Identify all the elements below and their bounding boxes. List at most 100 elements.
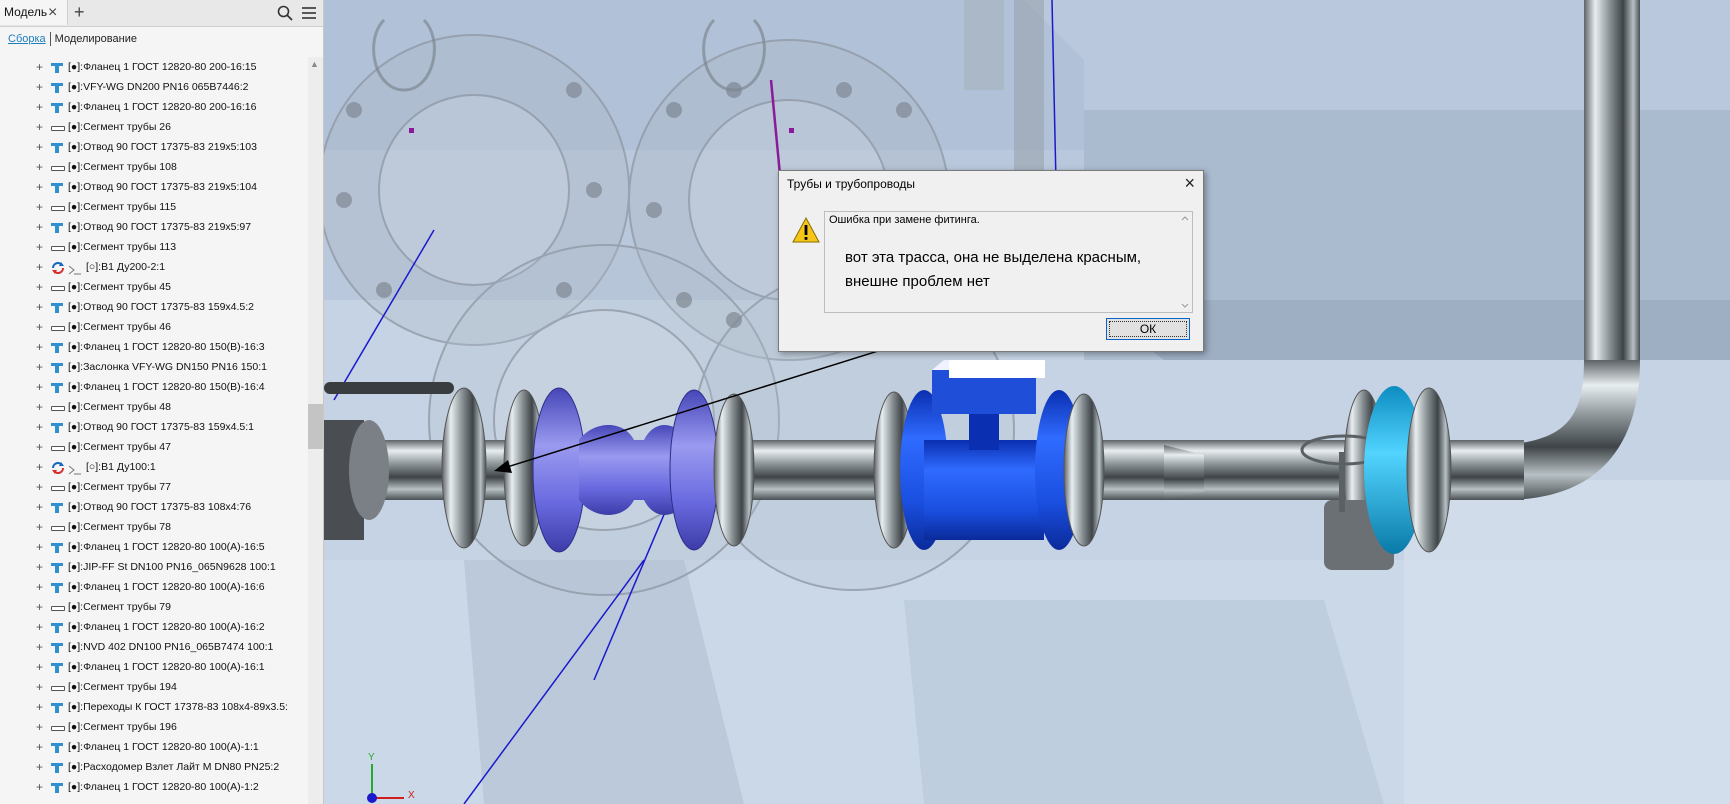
subtab-assembly[interactable]: Сборка [8, 33, 46, 45]
expand-icon[interactable]: + [36, 357, 43, 377]
tree-item[interactable]: + [●]:Фланец 1 ГОСТ 12820-80 200-16:15 [0, 57, 308, 77]
expand-icon[interactable]: + [36, 717, 43, 737]
tree-item[interactable]: + [●]:Сегмент трубы 47 [0, 437, 308, 457]
expand-icon[interactable]: + [36, 457, 43, 477]
tree-item[interactable]: + [●]:Фланец 1 ГОСТ 12820-80 100(A)-16:5 [0, 537, 308, 557]
tree-item-label: [●]:VFY-WG DN200 PN16 065B7446:2 [68, 81, 249, 93]
warning-icon [792, 216, 820, 243]
expand-icon[interactable]: + [36, 657, 43, 677]
tree-item[interactable]: + [●]:Отвод 90 ГОСТ 17375-83 159x4.5:2 [0, 297, 308, 317]
pipe-segment-icon [51, 406, 65, 411]
expand-icon[interactable]: + [36, 757, 43, 777]
browser-scrollbar[interactable]: ▲ [308, 57, 323, 804]
expand-icon[interactable]: + [36, 77, 43, 97]
menu-icon[interactable] [300, 4, 318, 22]
tree-item[interactable]: + [●]:Сегмент трубы 113 [0, 237, 308, 257]
3d-viewport[interactable]: Y X [324, 0, 1730, 804]
expand-icon[interactable]: + [36, 297, 43, 317]
tree-item[interactable]: + [●]:Отвод 90 ГОСТ 17375-83 159x4.5:1 [0, 417, 308, 437]
tree-item[interactable]: + [●]:VFY-WG DN200 PN16 065B7446:2 [0, 77, 308, 97]
elbow-icon [50, 501, 64, 513]
expand-icon[interactable]: + [36, 697, 43, 717]
expand-icon[interactable]: + [36, 177, 43, 197]
tree-item[interactable]: + [●]:Сегмент трубы 46 [0, 317, 308, 337]
close-tab-icon[interactable]: × [48, 0, 57, 25]
expand-icon[interactable]: + [36, 137, 43, 157]
tree-item[interactable]: + [●]:Сегмент трубы 194 [0, 677, 308, 697]
tree-item[interactable]: + [●]:Фланец 1 ГОСТ 12820-80 100(A)-16:2 [0, 617, 308, 637]
tab-model[interactable]: Модель [0, 0, 68, 25]
tree-item[interactable]: + [●]:NVD 402 DN100 PN16_065B7474 100:1 [0, 637, 308, 657]
expand-icon[interactable]: + [36, 197, 43, 217]
expand-icon[interactable]: + [36, 317, 43, 337]
expand-icon[interactable]: + [36, 597, 43, 617]
tree-item[interactable]: + [●]:Сегмент трубы 78 [0, 517, 308, 537]
expand-icon[interactable]: + [36, 117, 43, 137]
scrollbar-thumb[interactable] [308, 404, 323, 449]
expand-icon[interactable]: + [36, 437, 43, 457]
browser-tree: + [●]:Фланец 1 ГОСТ 12820-80 200-16:15 + [●… [0, 57, 308, 804]
expand-icon[interactable]: + [36, 57, 43, 77]
tree-item[interactable]: + [●]:Фланец 1 ГОСТ 12820-80 100(A)-16:1 [0, 657, 308, 677]
pipe-segment-icon [51, 246, 65, 251]
tree-item[interactable]: + [●]:Отвод 90 ГОСТ 17375-83 108x4:76 [0, 497, 308, 517]
expand-icon[interactable]: + [36, 417, 43, 437]
expand-icon[interactable]: + [36, 257, 43, 277]
tree-item[interactable]: + [●]:Сегмент трубы 115 [0, 197, 308, 217]
tree-item[interactable]: + [●]:Сегмент трубы 26 [0, 117, 308, 137]
tree-item[interactable]: + [●]:Сегмент трубы 48 [0, 397, 308, 417]
tree-item[interactable]: + [●]:Переходы К ГОСТ 17378-83 108x4-89x3… [0, 697, 308, 717]
dialog-message-scrollbar[interactable] [1178, 212, 1192, 312]
search-icon[interactable] [276, 4, 294, 22]
tree-item[interactable]: + [●]:Фланец 1 ГОСТ 12820-80 100(A)-1:2 [0, 777, 308, 797]
tree-item-label: [●]:Заслонка VFY-WG DN150 PN16 150:1 [68, 361, 267, 373]
expand-icon[interactable]: + [36, 477, 43, 497]
expand-icon[interactable]: + [36, 577, 43, 597]
tree-item[interactable]: + [●]:Отвод 90 ГОСТ 17375-83 219x5:97 [0, 217, 308, 237]
tree-item[interactable]: + [●]:Сегмент трубы 108 [0, 157, 308, 177]
tree-item[interactable]: + [●]:Сегмент трубы 45 [0, 277, 308, 297]
expand-icon[interactable]: + [36, 217, 43, 237]
tree-item[interactable]: + [●]:Сегмент трубы 79 [0, 597, 308, 617]
expand-icon[interactable]: + [36, 277, 43, 297]
subtab-modeling[interactable]: Моделирование [55, 33, 137, 45]
expand-icon[interactable]: + [36, 737, 43, 757]
tree-item[interactable]: + [●]:Фланец 1 ГОСТ 12820-80 100(A)-16:6 [0, 577, 308, 597]
tree-item[interactable]: + [●]:Фланец 1 ГОСТ 12820-80 100(A)-1:1 [0, 737, 308, 757]
expand-icon[interactable]: + [36, 377, 43, 397]
expand-icon[interactable]: + [36, 397, 43, 417]
pipe-segment-icon [51, 686, 65, 691]
tree-item[interactable]: + [●]:Отвод 90 ГОСТ 17375-83 219x5:103 [0, 137, 308, 157]
axis-x-label: X [408, 790, 415, 801]
ok-button[interactable]: ОК [1106, 318, 1190, 340]
expand-icon[interactable]: + [36, 537, 43, 557]
expand-icon[interactable]: + [36, 337, 43, 357]
expand-icon[interactable]: + [36, 637, 43, 657]
tree-item[interactable]: + [○]:В1 Ду200-2:1 [0, 257, 308, 277]
tree-item[interactable]: + [○]:В1 Ду100:1 [0, 457, 308, 477]
dialog-close-icon[interactable]: × [1184, 173, 1195, 193]
expand-icon[interactable]: + [36, 497, 43, 517]
tree-item[interactable]: + [●]:Заслонка VFY-WG DN150 PN16 150:1 [0, 357, 308, 377]
expand-icon[interactable]: + [36, 97, 43, 117]
tree-item[interactable]: + [●]:Сегмент трубы 196 [0, 717, 308, 737]
expand-icon[interactable]: + [36, 517, 43, 537]
tree-item-label: [●]:JIP-FF St DN100 PN16_065N9628 100:1 [68, 561, 276, 573]
tree-item[interactable]: + [●]:Фланец 1 ГОСТ 12820-80 200-16:16 [0, 97, 308, 117]
tree-item[interactable]: + [●]:JIP-FF St DN100 PN16_065N9628 100:1 [0, 557, 308, 577]
expand-icon[interactable]: + [36, 777, 43, 797]
expand-icon[interactable]: + [36, 237, 43, 257]
add-tab-icon[interactable]: + [74, 0, 85, 25]
expand-icon[interactable]: + [36, 677, 43, 697]
annotation-note: вот эта трасса, она не выделена красным,… [845, 246, 1141, 294]
expand-icon[interactable]: + [36, 557, 43, 577]
tree-item[interactable]: + [●]:Фланец 1 ГОСТ 12820-80 150(B)-16:4 [0, 377, 308, 397]
pipe-segment-icon [51, 326, 65, 331]
tree-item[interactable]: + [●]:Фланец 1 ГОСТ 12820-80 150(B)-16:3 [0, 337, 308, 357]
scroll-up-icon[interactable]: ▲ [310, 59, 319, 69]
tree-item[interactable]: + [●]:Сегмент трубы 77 [0, 477, 308, 497]
tree-item[interactable]: + [●]:Расходомер Взлет Лайт М DN80 PN25:2 [0, 757, 308, 777]
expand-icon[interactable]: + [36, 157, 43, 177]
tree-item[interactable]: + [●]:Отвод 90 ГОСТ 17375-83 219x5:104 [0, 177, 308, 197]
expand-icon[interactable]: + [36, 617, 43, 637]
